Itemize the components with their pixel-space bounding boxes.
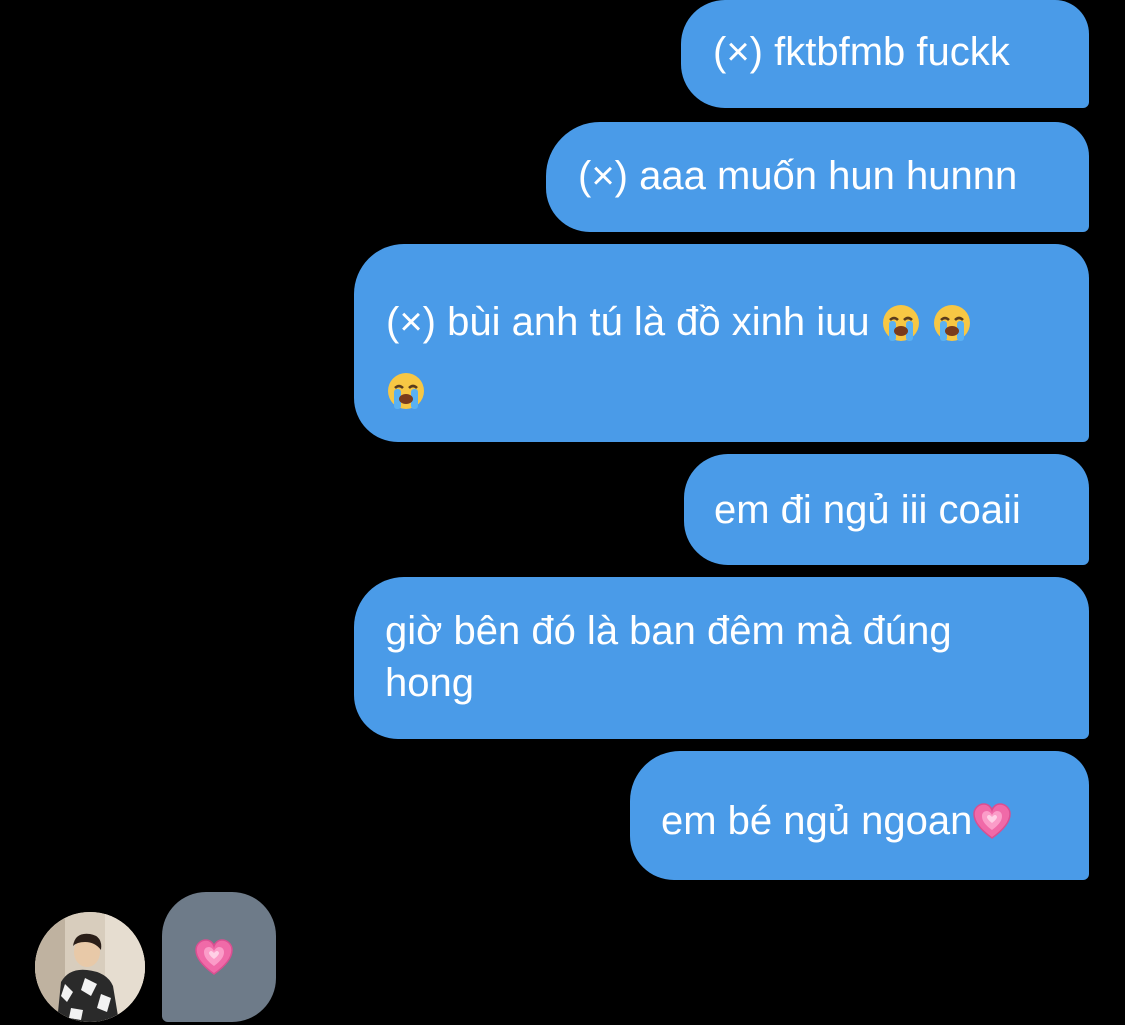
message-text: (×) aaa muốn hun hunnn: [578, 154, 1018, 198]
sent-message-bubble[interactable]: em đi ngủ iii coaii: [684, 454, 1089, 565]
sent-message-bubble[interactable]: (×) aaa muốn hun hunnn: [546, 122, 1089, 232]
loudly-crying-face-icon: [388, 373, 424, 409]
sent-message-bubble[interactable]: (×) bùi anh tú là đồ xinh iuu: [354, 244, 1089, 442]
message-text: em bé ngủ ngoan: [661, 799, 973, 843]
message-text: (×) fktbfmb fuckk: [713, 30, 1010, 74]
message-thread: (×) fktbfmb fuckk (×) aaa muốn hun hunnn…: [0, 0, 1125, 1025]
message-text: (×) bùi anh tú là đồ xinh iuu: [386, 300, 870, 344]
sent-message-bubble[interactable]: giờ bên đó là ban đêm mà đúng hong: [354, 577, 1089, 739]
message-text: em đi ngủ iii coaii: [714, 488, 1021, 532]
loudly-crying-face-icon: [882, 305, 919, 341]
message-text: giờ bên đó là ban đêm mà đúng hong: [385, 609, 952, 705]
user-avatar-icon: [35, 912, 145, 1022]
sent-message-bubble[interactable]: em bé ngủ ngoan: [630, 751, 1089, 880]
contact-avatar[interactable]: [35, 912, 145, 1022]
loudly-crying-face-icon: [933, 305, 970, 341]
sent-message-bubble[interactable]: (×) fktbfmb fuckk: [681, 0, 1089, 108]
growing-heart-icon: [195, 939, 233, 975]
growing-heart-icon: [973, 803, 1012, 839]
